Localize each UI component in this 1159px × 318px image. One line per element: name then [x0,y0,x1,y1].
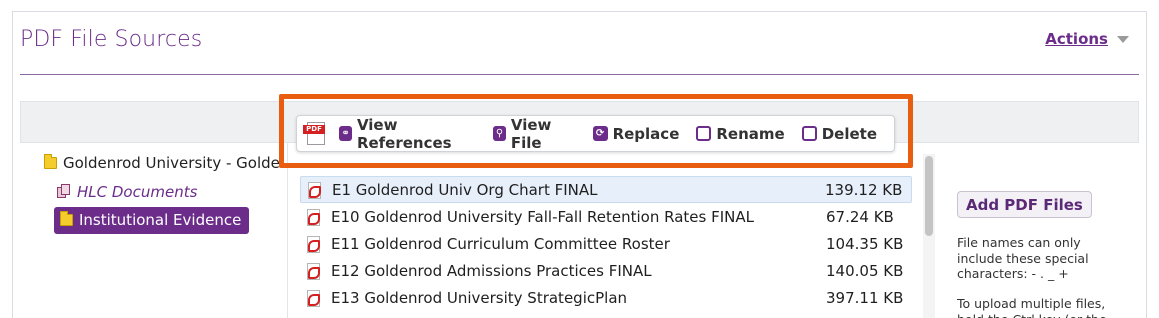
rename-icon [696,126,712,141]
link-icon: ⚭ [339,126,352,141]
file-size: 139.12 KB [825,180,903,199]
replace-button[interactable]: ⟳ Replace [592,124,680,143]
file-size: 104.35 KB [826,234,904,253]
replace-label: Replace [612,124,680,143]
pdf-document-icon: PDF [303,121,325,147]
refresh-icon: ⟳ [592,126,608,141]
file-list-area: E1 Goldenrod Univ Org Chart FINAL 139.12… [287,143,938,318]
file-row[interactable]: E11 Goldenrod Curriculum Committee Roste… [300,230,912,257]
filename-help-text: File names can only include these specia… [957,235,1089,281]
file-row[interactable]: E1 Goldenrod Univ Org Chart FINAL 139.12… [300,176,912,203]
title-divider [20,74,1139,75]
tree-item-label: Goldenrod University - Golde [63,153,280,172]
file-action-toolbar: PDF ⚭ View References ⚲ View File ⟳ Repl… [296,115,895,152]
file-size: 140.05 KB [826,261,904,280]
file-name: E10 Goldenrod University Fall-Fall Reten… [331,207,754,226]
folder-icon [60,211,73,226]
view-file-button[interactable]: ⚲ View File [493,116,575,152]
file-row[interactable]: E12 Goldenrod Admissions Practices FINAL… [300,257,912,284]
actions-menu[interactable]: Actions [1045,30,1129,48]
file-name: E1 Goldenrod Univ Org Chart FINAL [332,180,598,199]
delete-label: Delete [821,124,877,143]
folder-tree: Goldenrod University - Golde HLC Documen… [42,148,282,235]
file-size: 67.24 KB [826,207,894,226]
file-row[interactable]: E13 Goldenrod University StrategicPlan 3… [300,284,912,311]
file-name: E13 Goldenrod University StrategicPlan [331,288,628,307]
pdf-file-icon [306,262,320,280]
pdf-tag: PDF [303,124,325,134]
file-list-scrollbar[interactable] [923,154,935,318]
pdf-file-icon [306,235,320,253]
tree-item-label: HLC Documents [77,182,198,201]
file-row[interactable]: E10 Goldenrod University Fall-Fall Reten… [300,203,912,230]
rename-label: Rename [716,124,785,143]
file-name: E11 Goldenrod Curriculum Committee Roste… [331,234,670,253]
actions-label[interactable]: Actions [1045,30,1108,48]
tree-item-label: Institutional Evidence [79,211,242,229]
pdf-file-icon [306,289,320,307]
tree-item-root[interactable]: Goldenrod University - Golde [44,148,282,177]
view-references-label: View References [356,115,452,152]
tree-item-hlc-documents[interactable]: HLC Documents [56,177,282,206]
folder-icon [44,153,57,169]
pdf-file-icon [306,208,320,226]
rename-button[interactable]: Rename [696,124,785,143]
chevron-down-icon[interactable] [1117,35,1129,43]
selected-tree-item[interactable]: Institutional Evidence [54,207,250,234]
scrollbar-thumb[interactable] [925,156,933,236]
view-references-button[interactable]: ⚭ View References [339,116,476,152]
file-list: E1 Goldenrod Univ Org Chart FINAL 139.12… [300,176,912,311]
trash-icon [801,126,817,141]
file-name: E12 Goldenrod Admissions Practices FINAL [331,261,652,280]
view-file-label: View File [510,115,552,152]
multi-upload-help-text: To upload multiple files, hold the Ctrl … [957,296,1107,318]
tree-item-institutional-evidence[interactable]: Institutional Evidence [54,206,282,235]
pdf-file-icon [307,181,321,199]
page-title: PDF File Sources [20,27,203,52]
delete-button[interactable]: Delete [801,124,877,143]
magnifier-icon: ⚲ [493,126,506,141]
documents-stack-icon [56,184,71,199]
add-pdf-files-button[interactable]: Add PDF Files [957,191,1092,218]
file-size: 397.11 KB [826,288,904,307]
